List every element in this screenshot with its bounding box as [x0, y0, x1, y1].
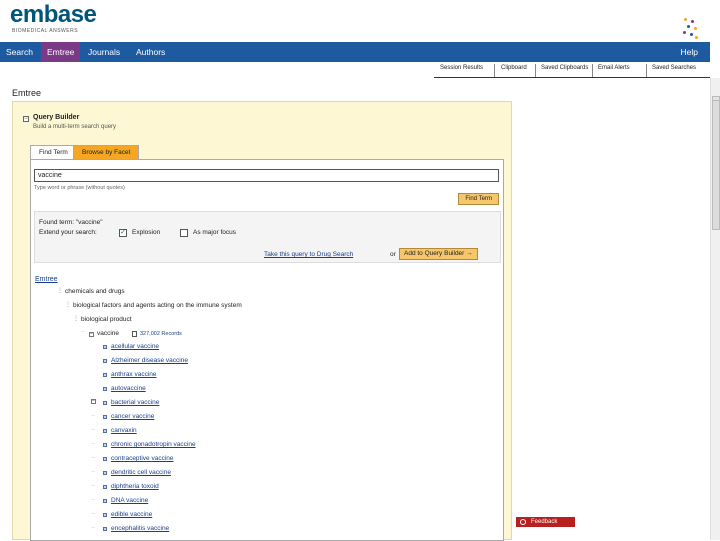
- logo-text: embase: [10, 1, 97, 28]
- tree-connector: ⋮: [65, 302, 71, 308]
- explosion-checkbox[interactable]: ✓: [119, 229, 127, 237]
- tree-connector: ··: [91, 455, 95, 461]
- tree-item-chemicals-and-drugs[interactable]: chemicals and drugs: [65, 288, 125, 295]
- tree-child-item[interactable]: encephalitis vaccine: [111, 525, 169, 532]
- tree-child-item[interactable]: bacterial vaccine: [111, 399, 159, 406]
- tree-connector: ··: [91, 413, 95, 419]
- tree-bullet-icon: [103, 359, 107, 363]
- search-hint: Type word or phrase (without quotes): [34, 185, 125, 191]
- tree-child-item[interactable]: DNA vaccine: [111, 497, 148, 504]
- found-term-box: Found term: "vaccine" Extend your search…: [34, 211, 501, 263]
- extend-search-label: Extend your search:: [39, 229, 97, 236]
- tree-bullet-icon: [103, 471, 107, 475]
- tree-bullet-icon: [103, 443, 107, 447]
- tree-child-item[interactable]: chronic gonadotropin vaccine: [111, 441, 196, 448]
- add-to-query-builder-button[interactable]: Add to Query Builder →: [399, 248, 478, 260]
- tree-child-item[interactable]: contraceptive vaccine: [111, 455, 174, 462]
- query-builder-title: Query Builder: [33, 114, 80, 121]
- tree-child-item[interactable]: dendritic cell vaccine: [111, 469, 171, 476]
- nav-help[interactable]: Help: [675, 42, 704, 62]
- tree-connector: ⋮: [57, 288, 63, 294]
- elsevier-dots-icon: [682, 18, 698, 40]
- tree-bullet-icon: [103, 527, 107, 531]
- tree-connector: ··: [91, 483, 95, 489]
- tree-connector: ··: [91, 427, 95, 433]
- tab-browse-by-facet[interactable]: Browse by Facet: [73, 145, 140, 159]
- nav-emtree[interactable]: Emtree: [41, 42, 81, 62]
- drug-search-link[interactable]: Take this query to Drug Search: [264, 251, 353, 258]
- feedback-label: Feedback: [531, 519, 558, 525]
- tree-item-vaccine[interactable]: vaccine: [97, 330, 119, 337]
- tree-child-item[interactable]: anthrax vaccine: [111, 371, 157, 378]
- found-term-label: Found term: "vaccine": [39, 219, 103, 226]
- tree-root-emtree[interactable]: Emtree: [35, 276, 58, 283]
- major-focus-checkbox[interactable]: [180, 229, 188, 237]
- nav-search[interactable]: Search: [0, 42, 39, 62]
- divider: [535, 64, 536, 77]
- saved-searches-link[interactable]: Saved Searches: [652, 65, 696, 71]
- secondary-nav: Session Results Clipboard Saved Clipboar…: [434, 64, 710, 78]
- tree-item-biological-product[interactable]: biological product: [81, 316, 132, 323]
- tree-bullet-icon: [103, 457, 107, 461]
- search-input[interactable]: vaccine: [34, 169, 499, 182]
- logo-tagline: BIOMEDICAL ANSWERS: [12, 28, 79, 34]
- tab-find-term[interactable]: Find Term: [30, 145, 77, 159]
- tree-child-item[interactable]: edible vaccine: [111, 511, 152, 518]
- tree-connector: ··: [91, 469, 95, 475]
- query-builder-subtitle: Build a multi-term search query: [33, 124, 117, 130]
- tree-child-item[interactable]: canvaxin: [111, 427, 137, 434]
- feedback-icon: [520, 519, 526, 525]
- feedback-button[interactable]: Feedback: [516, 517, 575, 527]
- page-title: Emtree: [12, 88, 42, 98]
- tree-bullet-icon: [103, 373, 107, 377]
- tree-child-item[interactable]: cancer vaccine: [111, 413, 154, 420]
- tree-bullet-icon: [103, 345, 107, 349]
- tree-bullet-icon: [103, 429, 107, 433]
- tree-child-item[interactable]: autovaccine: [111, 385, 146, 392]
- scroll-thumb[interactable]: [712, 100, 720, 230]
- collapse-icon[interactable]: −: [23, 116, 29, 122]
- clipboard-link[interactable]: Clipboard: [501, 65, 527, 71]
- tree-expand-icon[interactable]: −: [89, 332, 94, 337]
- tree-child-item[interactable]: acellular vaccine: [111, 343, 159, 350]
- explosion-label: Explosion: [132, 229, 161, 236]
- or-text: or: [390, 251, 396, 258]
- major-focus-label: As major focus: [193, 229, 236, 236]
- nav-journals[interactable]: Journals: [82, 42, 126, 62]
- tree-bullet-icon: [103, 387, 107, 391]
- session-results-link[interactable]: Session Results: [440, 65, 483, 71]
- main-navbar: Search Emtree Journals Authors Help: [0, 42, 710, 62]
- tree-bullet-icon: [103, 485, 107, 489]
- find-term-button[interactable]: Find Term: [458, 193, 499, 205]
- divider: [646, 64, 647, 77]
- nav-authors[interactable]: Authors: [130, 42, 171, 62]
- records-count[interactable]: 327,002 Records: [140, 331, 182, 337]
- tree-connector: ··: [91, 511, 95, 517]
- tree-connector: ··: [81, 329, 85, 335]
- tree-collapse-icon[interactable]: −: [91, 399, 96, 404]
- tree-child-item[interactable]: Alzheimer disease vaccine: [111, 357, 188, 364]
- tree-bullet-icon: [103, 401, 107, 405]
- embase-logo[interactable]: embase BIOMEDICAL ANSWERS: [10, 2, 130, 40]
- tree-connector: ⋮: [73, 316, 79, 322]
- email-alerts-link[interactable]: Email Alerts: [598, 65, 630, 71]
- tree-bullet-icon: [103, 415, 107, 419]
- page-scrollbar[interactable]: [710, 78, 720, 540]
- tree-bullet-icon: [103, 499, 107, 503]
- tree-item-biological-factors[interactable]: biological factors and agents acting on …: [73, 302, 242, 309]
- query-builder-panel: − Query Builder Build a multi-term searc…: [12, 101, 512, 541]
- document-icon[interactable]: [132, 331, 137, 337]
- tree-connector: ··: [91, 525, 95, 531]
- divider: [592, 64, 593, 77]
- saved-clipboards-link[interactable]: Saved Clipboards: [541, 65, 588, 71]
- find-term-content: vaccine Type word or phrase (without quo…: [30, 159, 504, 541]
- divider: [494, 64, 495, 77]
- tree-connector: ··: [91, 497, 95, 503]
- tree-child-item[interactable]: diphtheria toxoid: [111, 483, 159, 490]
- tree-bullet-icon: [103, 513, 107, 517]
- tree-connector: ··: [91, 441, 95, 447]
